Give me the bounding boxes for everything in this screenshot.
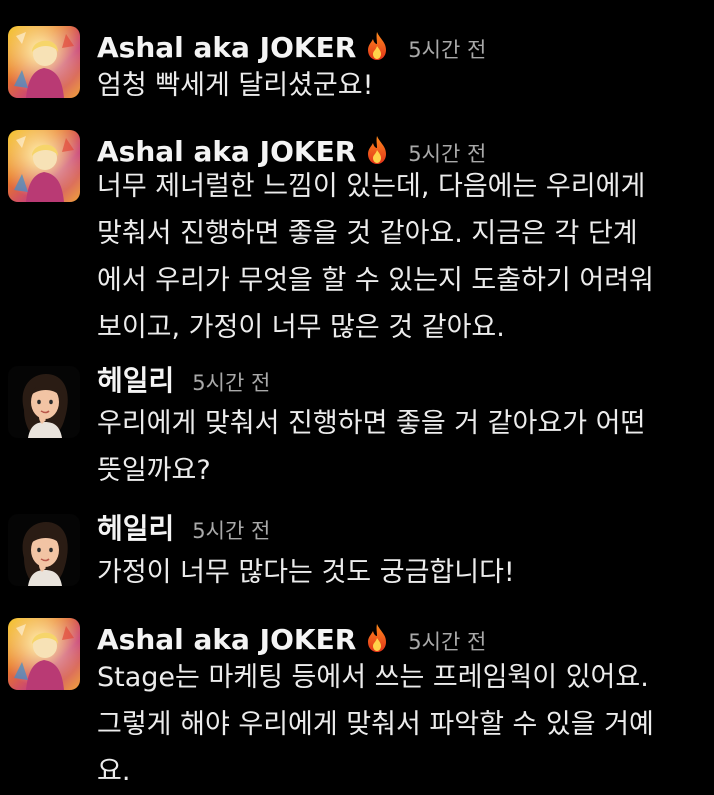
timestamp[interactable]: 5시간 전 bbox=[192, 516, 270, 546]
message-text: 가정이 너무 많다는 것도 궁금합니다! bbox=[97, 549, 697, 596]
timestamp[interactable]: 5시간 전 bbox=[192, 368, 270, 398]
author-name[interactable]: Ashal aka JOKER bbox=[97, 33, 356, 63]
message-line: 보이고, 가정이 너무 많은 것 같아요. bbox=[97, 312, 505, 343]
avatar-haley[interactable] bbox=[8, 514, 80, 586]
fire-icon bbox=[364, 623, 390, 653]
timestamp[interactable]: 5시간 전 bbox=[408, 627, 486, 657]
message-line: 엄청 빡세게 달리셨군요! bbox=[97, 70, 374, 101]
author-name[interactable]: 헤일리 bbox=[97, 366, 174, 396]
author-name[interactable]: Ashal aka JOKER bbox=[97, 625, 356, 655]
message-line: 가정이 너무 많다는 것도 궁금합니다! bbox=[97, 557, 515, 588]
message-line: 그렇게 해야 우리에게 맞춰서 파악할 수 있을 거예 bbox=[97, 709, 654, 740]
message-line: 요. bbox=[97, 756, 131, 787]
avatar-haley[interactable] bbox=[8, 366, 80, 438]
avatar-joker[interactable] bbox=[8, 130, 80, 202]
message-line: Stage는 마케팅 등에서 쓰는 프레임웍이 있어요. bbox=[97, 662, 649, 693]
message-header: Ashal aka JOKER 5시간 전 bbox=[97, 27, 486, 63]
fire-icon bbox=[364, 31, 390, 61]
message-text: 우리에게 맞춰서 진행하면 좋을 거 같아요가 어떤 뜻일까요? bbox=[97, 400, 697, 494]
fire-icon bbox=[364, 135, 390, 165]
message-header: Ashal aka JOKER 5시간 전 bbox=[97, 131, 486, 167]
message-line: 에서 우리가 무엇을 할 수 있는지 도출하기 어려워 bbox=[97, 265, 654, 296]
avatar-joker[interactable] bbox=[8, 26, 80, 98]
message-line: 맞춰서 진행하면 좋을 것 같아요. 지금은 각 단계 bbox=[97, 218, 638, 249]
message-line: 뜻일까요? bbox=[97, 455, 211, 486]
previous-message-fragment: ^^^^^^^^^^^^^^ bbox=[0, 0, 714, 4]
avatar-joker[interactable] bbox=[8, 618, 80, 690]
message-text: 너무 제너럴한 느낌이 있는데, 다음에는 우리에게 맞춰서 진행하면 좋을 것… bbox=[97, 163, 697, 351]
message-header: 헤일리 5시간 전 bbox=[97, 514, 270, 544]
message-line: 너무 제너럴한 느낌이 있는데, 다음에는 우리에게 bbox=[97, 171, 646, 202]
author-name[interactable]: 헤일리 bbox=[97, 514, 174, 544]
message-text: 엄청 빡세게 달리셨군요! bbox=[97, 62, 697, 109]
message-header: 헤일리 5시간 전 bbox=[97, 366, 270, 396]
timestamp[interactable]: 5시간 전 bbox=[408, 35, 486, 65]
message-header: Ashal aka JOKER 5시간 전 bbox=[97, 619, 486, 655]
message-line: 우리에게 맞춰서 진행하면 좋을 거 같아요가 어떤 bbox=[97, 408, 646, 439]
message-text: Stage는 마케팅 등에서 쓰는 프레임웍이 있어요. 그렇게 해야 우리에게… bbox=[97, 654, 697, 795]
